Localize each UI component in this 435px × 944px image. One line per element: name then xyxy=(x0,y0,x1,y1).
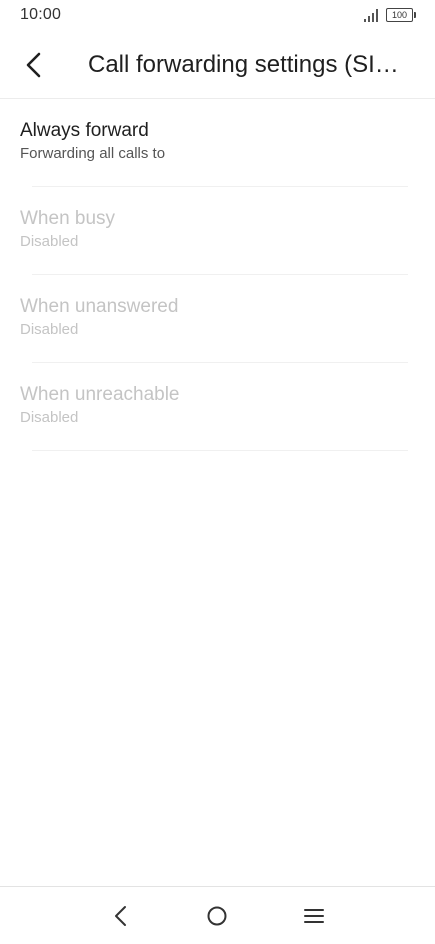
setting-when-unanswered: When unanswered Disabled xyxy=(0,275,435,363)
nav-menu-button[interactable] xyxy=(299,901,329,931)
signal-icon xyxy=(364,9,378,22)
setting-when-busy: When busy Disabled xyxy=(0,187,435,275)
battery-icon: 100 xyxy=(386,8,416,22)
settings-list: Always forward Forwarding all calls to W… xyxy=(0,99,435,451)
nav-home-icon xyxy=(207,906,227,926)
setting-subtitle: Disabled xyxy=(20,321,79,338)
nav-back-button[interactable] xyxy=(106,901,136,931)
nav-home-button[interactable] xyxy=(202,901,232,931)
setting-when-unreachable: When unreachable Disabled xyxy=(0,363,435,451)
nav-back-icon xyxy=(115,906,126,926)
setting-subtitle: Disabled xyxy=(20,409,79,426)
setting-subtitle: Forwarding all calls to xyxy=(20,145,166,162)
status-bar: 10:00 100 xyxy=(0,0,435,32)
battery-level: 100 xyxy=(391,10,408,20)
setting-title: When busy xyxy=(20,208,116,229)
chevron-left-icon xyxy=(26,52,41,78)
status-time: 10:00 xyxy=(20,6,62,23)
list-divider xyxy=(32,450,408,451)
setting-title: When unanswered xyxy=(20,296,179,317)
app-bar: Call forwarding settings (SIM1) xyxy=(0,32,435,98)
nav-menu-icon xyxy=(304,909,324,923)
setting-always-forward[interactable]: Always forward Forwarding all calls to xyxy=(0,99,435,187)
back-button[interactable] xyxy=(14,46,54,84)
setting-title: When unreachable xyxy=(20,384,180,405)
navigation-bar xyxy=(0,886,435,944)
page-title: Call forwarding settings (SIM1) xyxy=(88,51,406,78)
setting-subtitle: Disabled xyxy=(20,233,79,250)
setting-title: Always forward xyxy=(20,120,149,141)
